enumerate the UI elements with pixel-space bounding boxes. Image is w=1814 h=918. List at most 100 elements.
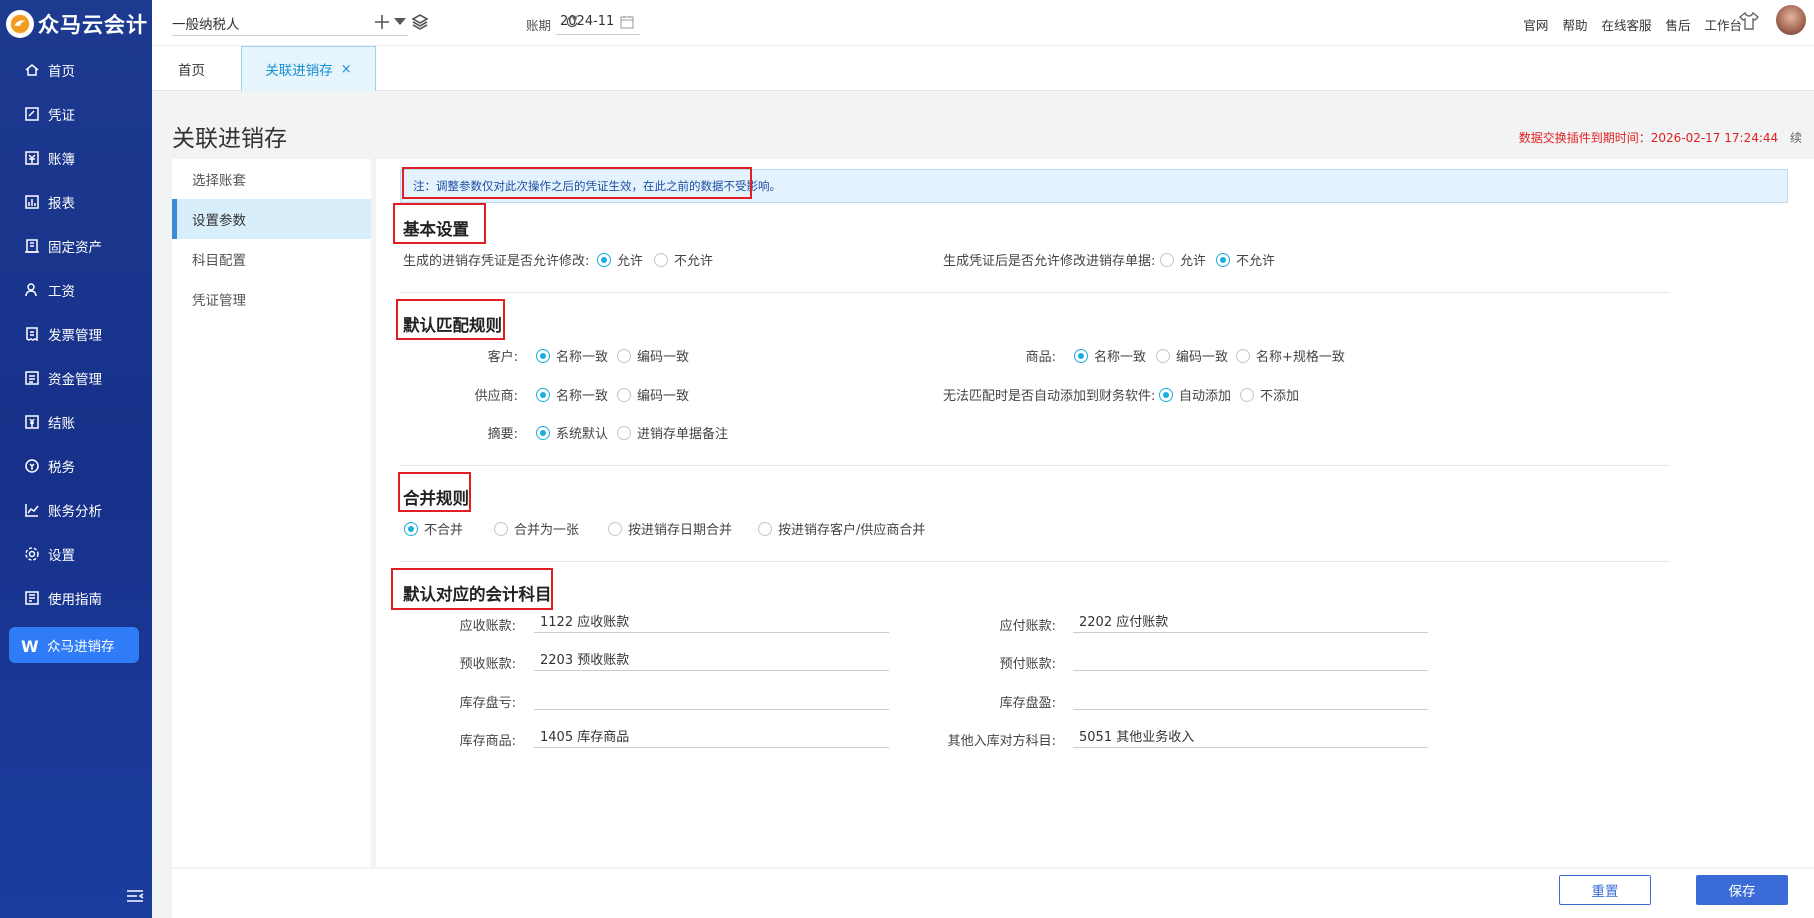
app-root: 众马云会计 首页 凭证 账簿 报表 固定资产 工资 发票管理 资金管理 结账 税…: [0, 0, 1814, 918]
radio-unchecked-icon: [1236, 348, 1250, 363]
logo-icon: [6, 10, 34, 38]
radio-no-add[interactable]: 不添加: [1240, 385, 1299, 404]
sidebar-item-ledger[interactable]: 账簿: [0, 136, 152, 180]
sidebar-item-invoice[interactable]: 发票管理: [0, 312, 152, 356]
option-label: 编码一致: [637, 350, 690, 365]
radio-unchecked-icon: [617, 425, 631, 440]
label-auto-add: 无法匹配时是否自动添加到财务软件:: [943, 389, 1156, 404]
link-online-service[interactable]: 在线客服: [1601, 15, 1651, 34]
sidebar-item-home[interactable]: 首页: [0, 48, 152, 92]
collapse-sidebar-icon[interactable]: [126, 889, 144, 903]
step-label: 设置参数: [192, 213, 246, 229]
radio-goods-code[interactable]: 编码一致: [1156, 346, 1228, 365]
radio-merge-one[interactable]: 合并为一张: [494, 519, 579, 538]
sidebar-item-label: 资金管理: [48, 372, 102, 388]
radio-supplier-name[interactable]: 名称一致: [536, 385, 608, 404]
radio-doc-editable-deny[interactable]: 不允许: [1216, 250, 1275, 269]
plugin-expire-text: 数据交换插件到期时间：2026-02-17 17:24:44 续: [1519, 129, 1802, 146]
step-menu: 选择账套 设置参数 科目配置 凭证管理: [172, 159, 371, 867]
radio-supplier-code[interactable]: 编码一致: [617, 385, 689, 404]
step-set-parameters[interactable]: 设置参数: [172, 199, 371, 239]
step-select-account-set[interactable]: 选择账套: [172, 159, 371, 199]
option-label: 允许: [1180, 254, 1207, 269]
sidebar-item-asset[interactable]: 固定资产: [0, 224, 152, 268]
tab-home[interactable]: 首页: [178, 46, 205, 91]
radio-goods-name[interactable]: 名称一致: [1074, 346, 1146, 365]
step-label: 科目配置: [192, 253, 246, 269]
payable-field[interactable]: 2202 应付账款: [1073, 609, 1428, 633]
sidebar-item-label: 账簿: [48, 152, 75, 168]
w-logo-icon: W: [21, 637, 39, 656]
radio-unchecked-icon: [1240, 387, 1254, 402]
link-workbench[interactable]: 工作台: [1704, 15, 1742, 34]
radio-voucher-editable-allow[interactable]: 允许: [597, 250, 643, 269]
sidebar-item-report[interactable]: 报表: [0, 180, 152, 224]
label-other-inbound: 其他入库对方科目:: [947, 734, 1056, 749]
radio-goods-name-spec[interactable]: 名称+规格一致: [1236, 346, 1345, 365]
link-official-site[interactable]: 官网: [1523, 15, 1548, 34]
option-label: 名称一致: [556, 389, 609, 404]
option-label: 按进销存日期合并: [628, 523, 733, 538]
sidebar-item-label: 众马进销存: [47, 639, 115, 655]
sidebar-item-label: 固定资产: [48, 240, 102, 256]
step-voucher-management[interactable]: 凭证管理: [172, 279, 371, 319]
step-subject-config[interactable]: 科目配置: [172, 239, 371, 279]
close-icon[interactable]: ×: [341, 62, 352, 77]
sidebar-item-voucher[interactable]: 凭证: [0, 92, 152, 136]
option-label: 编码一致: [1176, 350, 1229, 365]
sidebar-item-salary[interactable]: 工资: [0, 268, 152, 312]
radio-summary-default[interactable]: 系统默认: [536, 423, 608, 442]
add-icon[interactable]: [372, 12, 392, 32]
avatar[interactable]: [1776, 5, 1806, 35]
sidebar-item-zhongma-inventory[interactable]: W 众马进销存: [9, 627, 139, 663]
receivable-field[interactable]: 1122 应收账款: [534, 609, 889, 633]
link-help[interactable]: 帮助: [1562, 15, 1587, 34]
sidebar-nav: 首页 凭证 账簿 报表 固定资产 工资 发票管理 资金管理 结账 税务 账务分析…: [0, 48, 152, 620]
sidebar-item-label: 工资: [48, 284, 75, 300]
section-title-accounts: 默认对应的会计科目: [403, 585, 552, 604]
option-label: 系统默认: [556, 427, 609, 442]
label-payable: 应付账款:: [999, 619, 1056, 634]
other-inbound-field[interactable]: 5051 其他业务收入: [1073, 724, 1428, 748]
stock-goods-field[interactable]: 1405 库存商品: [534, 724, 889, 748]
refresh-icon[interactable]: [564, 14, 584, 34]
radio-customer-name[interactable]: 名称一致: [536, 346, 608, 365]
option-label: 自动添加: [1179, 389, 1232, 404]
label-stock-goods: 库存商品:: [459, 734, 516, 749]
radio-summary-remark[interactable]: 进销存单据备注: [617, 423, 728, 442]
inventory-gain-field[interactable]: [1073, 686, 1428, 710]
sidebar-item-guide[interactable]: 使用指南: [0, 576, 152, 620]
sidebar-item-label: 首页: [48, 64, 75, 80]
divider: [400, 561, 1670, 562]
radio-merge-by-date[interactable]: 按进销存日期合并: [608, 519, 732, 538]
radio-merge-none[interactable]: 不合并: [404, 519, 463, 538]
sidebar-item-tax[interactable]: 税务: [0, 444, 152, 488]
sidebar-item-settings[interactable]: 设置: [0, 532, 152, 576]
sidebar-item-checkout[interactable]: 结账: [0, 400, 152, 444]
advance-received-field[interactable]: 2203 预收账款: [534, 647, 889, 671]
link-after-sales[interactable]: 售后: [1665, 15, 1690, 34]
radio-auto-add[interactable]: 自动添加: [1159, 385, 1231, 404]
layers-icon[interactable]: [410, 12, 430, 32]
tab-related-inventory[interactable]: 关联进销存 ×: [241, 46, 376, 91]
main-area: 关联进销存 数据交换插件到期时间：2026-02-17 17:24:44 续 选…: [152, 91, 1814, 918]
invoice-icon: [24, 326, 40, 342]
radio-merge-by-party[interactable]: 按进销存客户/供应商合并: [758, 519, 925, 538]
save-button[interactable]: 保存: [1696, 875, 1788, 905]
sidebar-item-fund[interactable]: 资金管理: [0, 356, 152, 400]
radio-voucher-editable-deny[interactable]: 不允许: [654, 250, 713, 269]
tab-label: 关联进销存: [265, 63, 333, 79]
inventory-loss-field[interactable]: [534, 686, 889, 710]
reset-button[interactable]: 重置: [1559, 875, 1651, 905]
logo[interactable]: 众马云会计: [6, 8, 148, 40]
skin-shirt-icon[interactable]: [1738, 10, 1760, 32]
option-label: 不允许: [674, 254, 714, 269]
option-label: 进销存单据备注: [637, 427, 729, 442]
radio-doc-editable-allow[interactable]: 允许: [1160, 250, 1206, 269]
fund-icon: [24, 370, 40, 386]
radio-customer-code[interactable]: 编码一致: [617, 346, 689, 365]
prepaid-field[interactable]: [1073, 647, 1428, 671]
sidebar-item-analysis[interactable]: 账务分析: [0, 488, 152, 532]
page-title: 关联进销存: [172, 126, 287, 152]
renew-link[interactable]: 续: [1790, 131, 1802, 145]
